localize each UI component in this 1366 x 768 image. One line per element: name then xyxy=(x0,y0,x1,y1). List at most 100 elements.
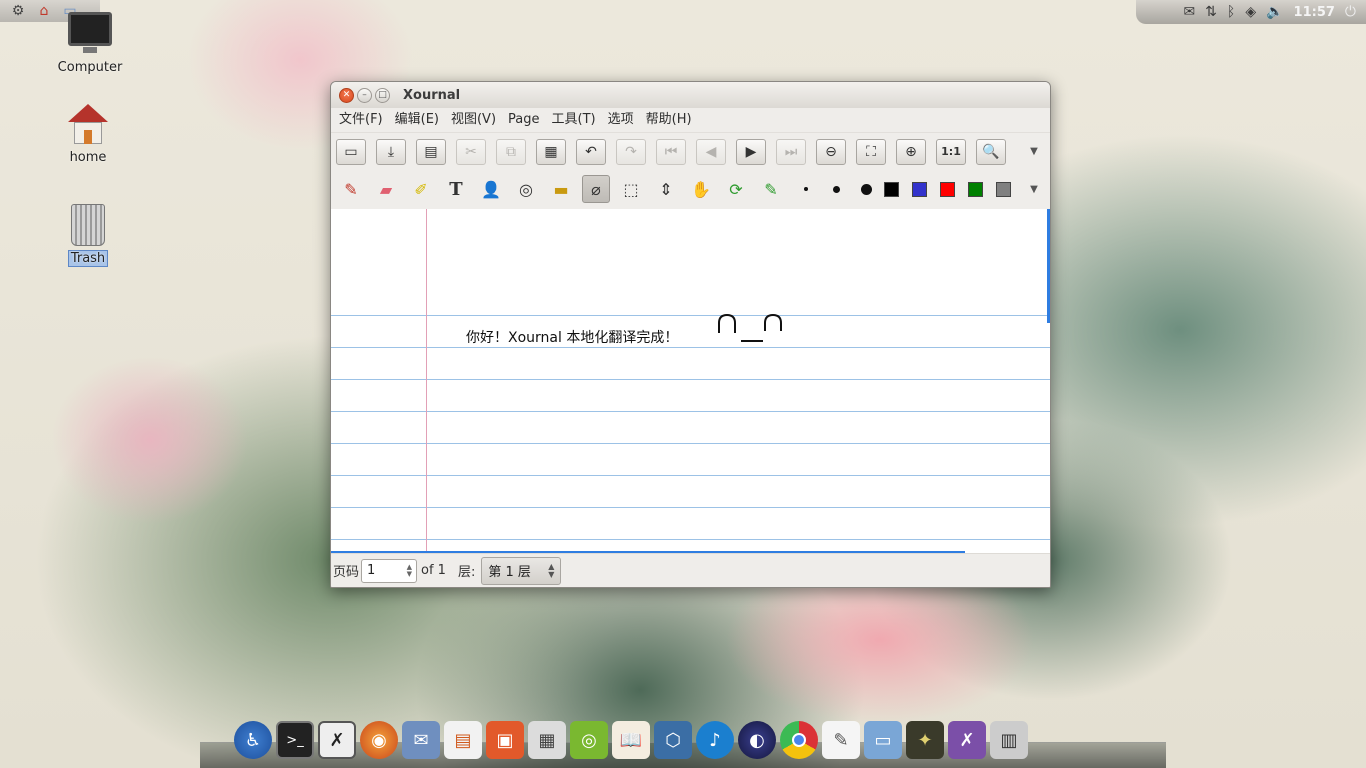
tools-toolbar: ✎ ▰ ✐ T 👤 ◎ ▬ ⌀ ⬚ ⇕ ✋ ⟳ ✎ ▼ xyxy=(331,170,1050,208)
menu-help[interactable]: 帮助(H) xyxy=(640,108,698,132)
fit-page-button[interactable]: ⛶ xyxy=(856,138,886,165)
default-pen-icon[interactable]: ✎ xyxy=(757,175,785,203)
color-blue-button[interactable] xyxy=(912,181,927,197)
software-center-icon[interactable]: ▣ xyxy=(486,721,524,759)
system-tray: ✉ ⇅ ᛒ ◈ 🔈 11:57 ⏻ xyxy=(1136,0,1366,24)
ruler-tool-icon[interactable]: ▬ xyxy=(547,175,575,203)
open-file-button[interactable]: ⤓ xyxy=(376,138,406,165)
last-page-button[interactable]: ⏭ xyxy=(776,138,806,165)
margin-line xyxy=(426,209,427,554)
dropbox-icon[interactable]: ◈ xyxy=(1245,5,1256,19)
libreoffice-icon[interactable]: ▤ xyxy=(444,721,482,759)
text-tool-icon[interactable]: T xyxy=(442,175,470,203)
desktop-icon-label: Trash xyxy=(67,250,109,267)
eraser-tool-icon[interactable]: ▰ xyxy=(372,175,400,203)
default-tools-icon[interactable]: ⟳ xyxy=(722,175,750,203)
new-file-button[interactable]: ▭ xyxy=(336,138,366,165)
redo-button[interactable]: ↷ xyxy=(616,138,646,165)
shape-recognizer-icon[interactable]: ◎ xyxy=(512,175,540,203)
mail-icon[interactable]: ✉ xyxy=(1183,5,1195,19)
ruled-line xyxy=(331,507,1050,508)
color-green-button[interactable] xyxy=(968,181,983,197)
layer-label: 层: xyxy=(457,565,476,580)
menubar: 文件(F) 编辑(E) 视图(V) Page 工具(T) 选项 帮助(H) xyxy=(331,108,1050,132)
clock[interactable]: 11:57 xyxy=(1294,5,1335,20)
thunderbird-icon[interactable]: ✉ xyxy=(402,721,440,759)
copy-button[interactable]: ⧉ xyxy=(496,138,526,165)
vertical-space-icon[interactable]: ⇕ xyxy=(652,175,680,203)
desktop-icon-home[interactable]: home xyxy=(43,104,133,165)
eclipse-icon[interactable]: ◐ xyxy=(738,721,776,759)
undo-button[interactable]: ↶ xyxy=(576,138,606,165)
toolbar-overflow-icon[interactable]: ▼ xyxy=(1026,146,1042,157)
normal-size-button[interactable]: 1:1 xyxy=(936,138,966,165)
layer-value: 第 1 层 xyxy=(488,565,531,580)
zoom-out-button[interactable]: ⊖ xyxy=(816,138,846,165)
color-red-button[interactable] xyxy=(940,181,955,197)
bluetooth-icon[interactable]: ᛒ xyxy=(1227,5,1235,19)
menu-tools[interactable]: 工具(T) xyxy=(546,108,602,132)
text-editor-icon[interactable]: ✎ xyxy=(822,721,860,759)
workspace-icon[interactable]: ▥ xyxy=(990,721,1028,759)
next-page-button[interactable]: ▶ xyxy=(736,138,766,165)
virtualbox-icon[interactable]: ⬡ xyxy=(654,721,692,759)
network-icon[interactable]: ⇅ xyxy=(1205,5,1217,19)
calculator-icon[interactable]: ▦ xyxy=(528,721,566,759)
terminal-icon[interactable]: >_ xyxy=(276,721,314,759)
desktop-icon-computer[interactable]: Computer xyxy=(45,12,135,75)
menu-view[interactable]: 视图(V) xyxy=(445,108,502,132)
cut-button[interactable]: ✂ xyxy=(456,138,486,165)
ruled-line xyxy=(331,539,1050,540)
firefox-icon[interactable]: ◉ xyxy=(360,721,398,759)
desktop-icon-trash[interactable]: Trash xyxy=(43,204,133,267)
power-icon[interactable]: ⏻ xyxy=(1345,5,1356,19)
window-titlebar[interactable]: ✕ – □ Xournal xyxy=(331,82,1050,108)
hand-tool-icon[interactable]: ✋ xyxy=(687,175,715,203)
layer-select[interactable]: 第 1 层 ▲ ▼ xyxy=(481,556,562,585)
zoom-in-button[interactable]: ⊕ xyxy=(896,138,926,165)
pen-tool-icon[interactable]: ✎ xyxy=(337,175,365,203)
cd-burner-icon[interactable]: ◎ xyxy=(570,721,608,759)
page-number-spinner[interactable]: 1 ▲ ▼ xyxy=(361,558,418,583)
accessibility-icon[interactable]: ♿ xyxy=(234,721,272,759)
menu-page[interactable]: Page xyxy=(502,108,545,132)
color-black-button[interactable] xyxy=(884,181,899,197)
folder-icon[interactable]: ▭ xyxy=(864,721,902,759)
image-tool-icon[interactable]: 👤 xyxy=(477,175,505,203)
ubuntu-logo-icon[interactable]: ⚙ xyxy=(8,2,28,20)
menu-file[interactable]: 文件(F) xyxy=(333,108,389,132)
note-text[interactable]: 你好！Xournal 本地化翻译完成！ xyxy=(466,327,678,347)
highlighter-tool-icon[interactable]: ✐ xyxy=(407,175,435,203)
computer-icon xyxy=(68,12,112,53)
book-icon[interactable]: 📖 xyxy=(612,721,650,759)
medium-pen-icon[interactable] xyxy=(822,175,850,203)
xournal-icon[interactable]: ✗ xyxy=(318,721,356,759)
close-button[interactable]: ✕ xyxy=(339,87,354,103)
paste-button[interactable]: ▦ xyxy=(536,138,566,165)
prev-page-button[interactable]: ◀ xyxy=(696,138,726,165)
handwritten-emoticon[interactable] xyxy=(717,313,787,343)
xournal-window-icon[interactable]: ✗ xyxy=(948,721,986,759)
tools-overflow-icon[interactable]: ▼ xyxy=(1026,184,1042,195)
maximize-button[interactable]: □ xyxy=(375,87,390,103)
page-label: 页码 xyxy=(333,565,360,580)
rect-select-icon[interactable]: ⬚ xyxy=(617,175,645,203)
first-page-button[interactable]: ⏮ xyxy=(656,138,686,165)
page-canvas[interactable]: 你好！Xournal 本地化翻译完成！ xyxy=(331,209,1050,554)
ruled-line xyxy=(331,379,1050,380)
vertical-scrollbar[interactable] xyxy=(1047,209,1050,323)
spinner-arrows-icon[interactable]: ▲ ▼ xyxy=(407,563,412,578)
chrome-icon[interactable] xyxy=(780,721,818,759)
photo-icon[interactable]: ✦ xyxy=(906,721,944,759)
lasso-select-icon[interactable]: ⌀ xyxy=(582,175,610,203)
find-button[interactable]: 🔍 xyxy=(976,138,1006,165)
menu-edit[interactable]: 编辑(E) xyxy=(389,108,445,132)
thin-pen-icon[interactable] xyxy=(792,175,820,203)
volume-icon[interactable]: 🔈 xyxy=(1266,5,1283,19)
thick-pen-icon[interactable] xyxy=(852,175,880,203)
color-gray-button[interactable] xyxy=(996,181,1011,197)
minimize-button[interactable]: – xyxy=(357,87,372,103)
menu-options[interactable]: 选项 xyxy=(602,108,640,132)
save-file-button[interactable]: ▤ xyxy=(416,138,446,165)
music-icon[interactable]: ♪ xyxy=(696,721,734,759)
